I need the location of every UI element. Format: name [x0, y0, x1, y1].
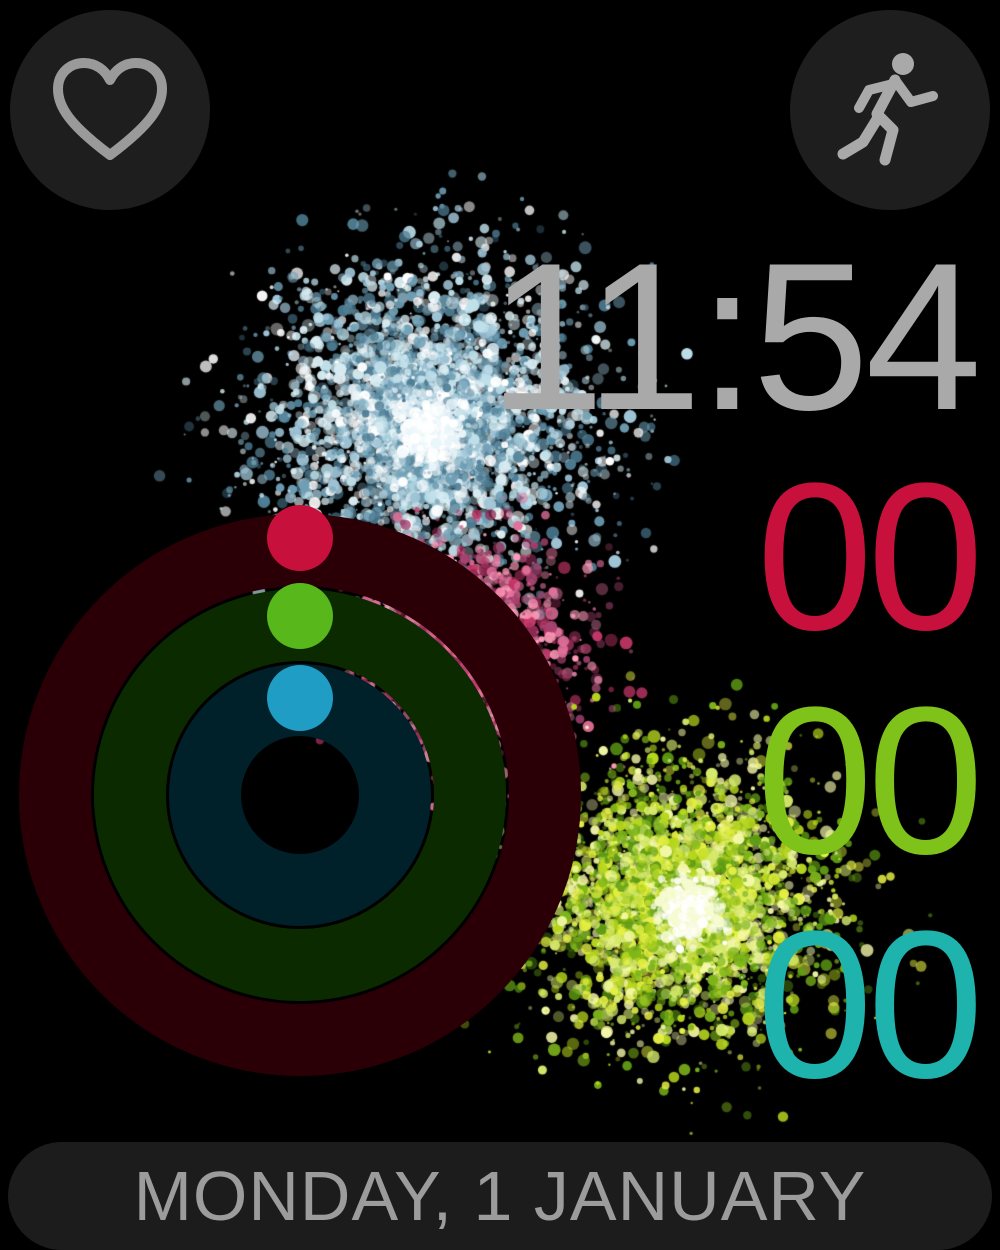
exercise-value[interactable]: 00: [756, 676, 984, 886]
exercise-ring-cap: [267, 583, 333, 649]
workout-complication[interactable]: [790, 10, 990, 210]
heart-icon: [53, 58, 167, 160]
time-display: 11:54: [488, 219, 982, 454]
move-ring-cap: [267, 505, 333, 571]
date-complication[interactable]: MONDAY, 1 JANUARY: [8, 1142, 992, 1250]
move-value[interactable]: 00: [756, 452, 984, 662]
date-label: MONDAY, 1 JANUARY: [133, 1157, 867, 1235]
running-figure-icon: [837, 53, 938, 166]
heart-rate-complication[interactable]: [10, 10, 210, 210]
stand-ring-cap: [267, 665, 333, 731]
stand-value[interactable]: 00: [756, 900, 984, 1110]
watch-face: 11:54 00 00 00 MONDAY, 1 JANUARY: [0, 0, 1000, 1250]
